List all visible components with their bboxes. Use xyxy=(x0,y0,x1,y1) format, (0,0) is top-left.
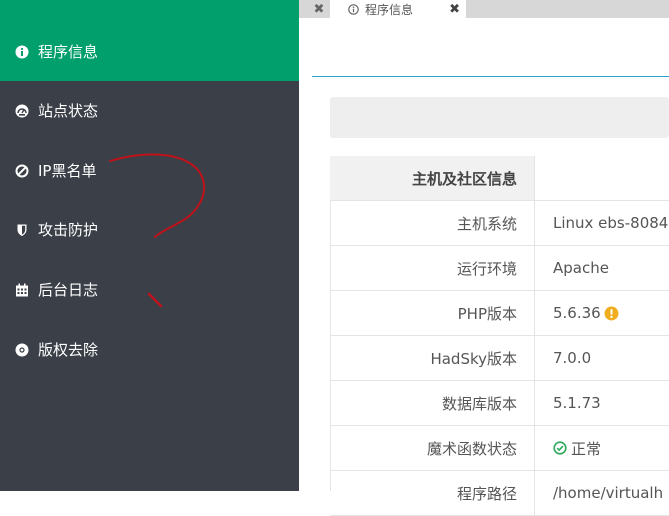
table-value-cell: /home/virtualh xyxy=(553,471,663,515)
table-value-cell: 5.1.73 xyxy=(553,381,601,425)
row-value: Linux ebs-8084 xyxy=(553,214,669,232)
sidebar: 程序信息 站点状态 IP黑名单 攻击防护 后台日志 版权去除 xyxy=(0,0,299,491)
table-key-cell: PHP版本 xyxy=(330,291,535,335)
table-value-cell: 正常 xyxy=(553,426,601,470)
sidebar-item-label: 后台日志 xyxy=(38,281,99,299)
table-key-cell: 程序路径 xyxy=(330,471,535,515)
sidebar-item-site-status[interactable]: 站点状态 xyxy=(0,81,299,140)
sidebar-item-program-info[interactable]: 程序信息 xyxy=(0,22,299,81)
tab-program-info[interactable]: 程序信息 ✖ xyxy=(338,0,466,18)
row-key: HadSky版本 xyxy=(430,349,517,368)
row-key: 主机系统 xyxy=(456,214,517,233)
sidebar-item-label: 站点状态 xyxy=(38,102,99,120)
row-key: PHP版本 xyxy=(457,304,517,323)
table-key-cell: HadSky版本 xyxy=(330,336,535,380)
sidebar-item-ip-blacklist[interactable]: IP黑名单 xyxy=(0,141,299,200)
row-value: 7.0.0 xyxy=(553,349,592,367)
table-value-cell: 5.6.36 xyxy=(553,291,619,335)
table-header-label: 主机及社区信息 xyxy=(411,169,517,188)
table-header-cell: 主机及社区信息 xyxy=(330,156,535,200)
sidebar-item-attack-protection[interactable]: 攻击防护 xyxy=(0,200,299,259)
row-key: 魔术函数状态 xyxy=(426,439,517,458)
table-row: PHP版本 5.6.36 xyxy=(330,291,669,336)
row-key: 数据库版本 xyxy=(441,394,517,413)
table-value-cell: 7.0.0 xyxy=(553,336,591,380)
content-divider xyxy=(312,76,669,77)
ban-icon xyxy=(15,164,29,178)
sidebar-item-label: 攻击防护 xyxy=(38,221,99,239)
table-row: 运行环境 Apache xyxy=(330,246,669,291)
sidebar-item-label: 版权去除 xyxy=(38,341,99,359)
sidebar-item-label: IP黑名单 xyxy=(38,162,97,180)
tab-close-button[interactable]: ✖ xyxy=(308,0,330,18)
table-row: 程序路径 /home/virtualh xyxy=(330,471,669,516)
tab-close-button[interactable]: ✖ xyxy=(449,0,460,18)
calendar-icon xyxy=(15,283,29,297)
table-row: 魔术函数状态 正常 xyxy=(330,426,669,471)
row-value: 5.6.36 xyxy=(553,304,601,322)
row-key: 程序路径 xyxy=(456,484,517,503)
table-row: 主机系统 Linux ebs-8084 xyxy=(330,201,669,246)
sidebar-item-copyright-removal[interactable]: 版权去除 xyxy=(0,320,299,379)
table-key-cell: 主机系统 xyxy=(330,201,535,245)
check-circle-icon xyxy=(553,441,567,455)
dashboard-icon xyxy=(15,104,29,118)
sidebar-item-label: 程序信息 xyxy=(38,43,99,61)
table-key-cell: 魔术函数状态 xyxy=(330,426,535,470)
table-value-cell: Apache xyxy=(553,246,609,290)
table-header-empty-cell xyxy=(535,156,669,200)
toolbar-panel xyxy=(330,97,669,138)
table-value-cell: Linux ebs-8084 xyxy=(553,201,668,245)
info-circle-icon xyxy=(348,0,359,19)
sidebar-item-admin-log[interactable]: 后台日志 xyxy=(0,260,299,319)
info-circle-icon xyxy=(15,45,29,59)
table-row: HadSky版本 7.0.0 xyxy=(330,336,669,381)
row-key: 运行环境 xyxy=(456,259,517,278)
row-value: 正常 xyxy=(571,439,602,458)
table-key-cell: 数据库版本 xyxy=(330,381,535,425)
row-value: Apache xyxy=(553,259,609,277)
tab-separator xyxy=(330,0,338,18)
table-row: 数据库版本 5.1.73 xyxy=(330,381,669,426)
table-header-row: 主机及社区信息 xyxy=(330,156,669,201)
life-ring-icon xyxy=(15,343,29,357)
sidebar-top-strip xyxy=(0,0,299,22)
row-value: /home/virtualh xyxy=(553,484,664,502)
shield-icon xyxy=(15,223,29,237)
warning-circle-icon[interactable] xyxy=(604,306,619,321)
table-key-cell: 运行环境 xyxy=(330,246,535,290)
tab-label: 程序信息 xyxy=(365,2,414,17)
row-value: 5.1.73 xyxy=(553,394,601,412)
